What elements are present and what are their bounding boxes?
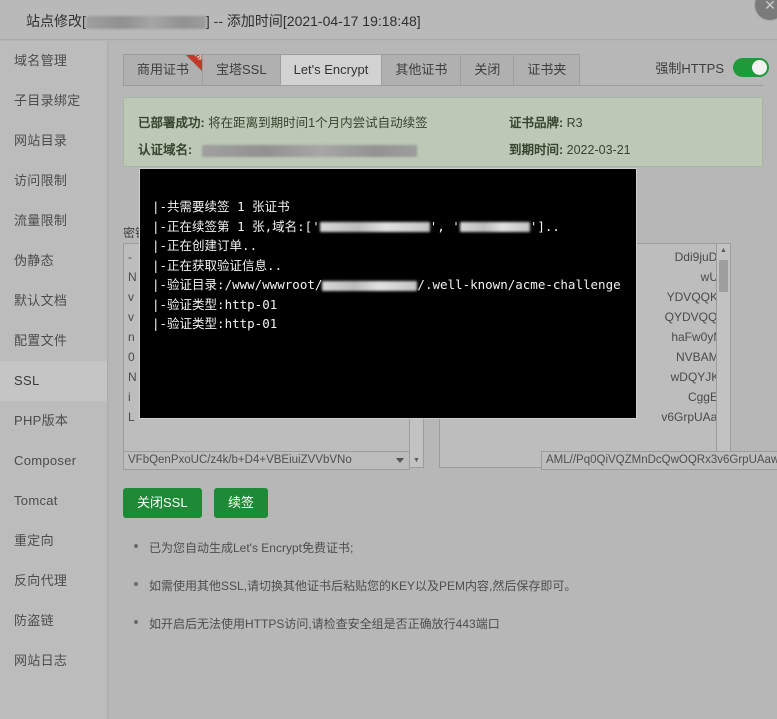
key-footer-row[interactable]: VFbQenPxoUC/z4k/b+D4+VBEiuiZVVbVNo [123,451,410,470]
terminal-line: |-验证类型:http-01 [152,314,636,334]
tab-label: 商用证书 [137,62,189,77]
tab-lets-encrypt[interactable]: Let's Encrypt [280,54,383,85]
page-title-timestamp: 2021-04-17 19:18:48 [287,13,417,29]
sidebar: 域名管理 子目录绑定 网站目录 访问限制 流量限制 伪静态 默认文档 配置文件 … [0,41,108,719]
tab-label: 关闭 [474,62,500,77]
terminal-line-post: '].. [530,219,560,234]
sidebar-item-composer[interactable]: Composer [0,441,107,481]
tab-label: 其他证书 [395,62,447,77]
terminal-line-mid: ', ' [430,219,460,234]
terminal-line-text: |-验证类型:http-01 [152,316,277,331]
cert-expire-label: 到期时间: [509,143,563,157]
page-title-prefix: 站点修改[ [26,13,86,29]
terminal-line-text: |-正在获取验证信息.. [152,258,282,273]
tab-label: Let's Encrypt [294,62,369,77]
redacted-path [322,281,417,291]
renew-cert-button[interactable]: 续签 [214,488,268,518]
chevron-down-icon[interactable] [396,458,404,463]
note-item: 如开启后无法使用HTTPS访问,请检查安全组是否正确放行443端口 [131,615,751,632]
terminal-line: |-共需要续签 1 张证书 [152,197,636,217]
sidebar-item-rewrite[interactable]: 伪静态 [0,241,107,281]
sidebar-item-webroot[interactable]: 网站目录 [0,121,107,161]
terminal-line-text: |-正在创建订单.. [152,238,257,253]
sidebar-item-site-log[interactable]: 网站日志 [0,641,107,681]
tab-label: 证书夹 [527,62,566,77]
sidebar-item-access-limit[interactable]: 访问限制 [0,161,107,201]
sidebar-item-subdir[interactable]: 子目录绑定 [0,81,107,121]
deploy-status-value: 将在距离到期时间1个月内尝试自动续签 [208,116,427,130]
terminal-line: |-正在获取验证信息.. [152,256,636,276]
action-button-row: 关闭SSL 续签 [123,488,276,518]
page-title-suffix: ] [417,13,421,29]
tab-bt-ssl[interactable]: 宝塔SSL [202,54,281,85]
sidebar-item-domain[interactable]: 域名管理 [0,41,107,81]
page-title-mid: ] -- 添加时间[ [206,13,287,29]
pem-footer-row[interactable]: AML//Pq0QiVQZMnDcQwOQRx3v6GrpUAaw [541,451,777,470]
terminal-line: |-验证目录:/www/wwwroot/ /.well-known/acme-ch… [152,275,636,295]
tab-commercial-cert[interactable]: 商用证书 推荐 [123,54,203,85]
cert-brand-row: 证书品牌: R3 [509,112,583,131]
deploy-status-row: 已部署成功: 将在距离到期时间1个月内尝试自动续签 [138,112,428,131]
terminal-line-text: |-共需要续签 1 张证书 [152,199,290,214]
window-header: 站点修改[ ] -- 添加时间[2021-04-17 19:18:48] ✕ [0,0,777,40]
sidebar-item-redirect[interactable]: 重定向 [0,521,107,561]
terminal-line: |-正在续签第 1 张,域名:[' ', ' '].. [152,217,636,237]
redacted-cert-domain [202,145,417,157]
terminal-line: |-验证类型:http-01 [152,295,636,315]
scroll-down-icon[interactable]: ▼ [410,454,423,467]
terminal-line: |-正在创建订单.. [152,236,636,256]
note-item: 如需使用其他SSL,请切换其他证书后粘贴您的KEY以及PEM内容,然后保存即可。 [131,577,751,594]
cert-expire-value: 2022-03-21 [567,143,631,157]
scroll-up-icon[interactable]: ▲ [717,244,730,257]
toggle-knob [752,60,767,75]
redacted-domain [320,222,430,232]
pem-footer-text: AML//Pq0QiVQZMnDcQwOQRx3v6GrpUAaw [546,454,777,466]
notes-list: 已为您自动生成Let's Encrypt免费证书; 如需使用其他SSL,请切换其… [131,539,751,653]
scroll-thumb[interactable] [719,260,728,292]
sidebar-item-config-file[interactable]: 配置文件 [0,321,107,361]
terminal-line-text: |-验证目录:/www/wwwroot/ [152,277,322,292]
note-item: 已为您自动生成Let's Encrypt免费证书; [131,539,751,556]
renew-log-terminal[interactable]: |-共需要续签 1 张证书 |-正在续签第 1 张,域名:['', ''].. … [139,168,637,419]
cert-brand-label: 证书品牌: [509,116,563,130]
sidebar-item-default-doc[interactable]: 默认文档 [0,281,107,321]
key-footer-text: VFbQenPxoUC/z4k/b+D4+VBEiuiZVVbVNo [128,454,352,466]
redacted-domain [460,222,530,232]
page-title: 站点修改[ ] -- 添加时间[2021-04-17 19:18:48] [26,11,421,31]
deploy-status-panel: 已部署成功: 将在距离到期时间1个月内尝试自动续签 认证域名: 证书品牌: R3… [123,97,763,167]
sidebar-item-ssl[interactable]: SSL [0,361,107,401]
cert-domain-row: 认证域名: [138,139,417,158]
terminal-line-text: |-验证类型:http-01 [152,297,277,312]
close-glyph: ✕ [764,0,776,13]
force-https-control: 强制HTTPS [655,58,769,77]
cert-domain-label: 认证域名: [138,143,192,157]
close-ssl-button[interactable]: 关闭SSL [123,488,202,518]
sidebar-item-traffic-limit[interactable]: 流量限制 [0,201,107,241]
sidebar-item-reverse-proxy[interactable]: 反向代理 [0,561,107,601]
pem-scrollbar[interactable]: ▲ ▼ [716,243,731,468]
tab-label: 宝塔SSL [216,62,267,77]
close-icon[interactable]: ✕ [755,0,777,20]
deploy-status-label: 已部署成功: [138,116,205,130]
terminal-line-text: |-正在续签第 1 张,域名:[' [152,219,320,234]
force-https-toggle[interactable] [733,58,769,77]
tab-cert-folder[interactable]: 证书夹 [513,54,580,85]
sidebar-item-anti-leech[interactable]: 防盗链 [0,601,107,641]
cert-expire-row: 到期时间: 2022-03-21 [509,139,631,158]
tab-close-ssl[interactable]: 关闭 [460,54,514,85]
cert-brand-value: R3 [567,116,583,130]
sidebar-item-tomcat[interactable]: Tomcat [0,481,107,521]
tab-other-cert[interactable]: 其他证书 [381,54,461,85]
sidebar-item-php-version[interactable]: PHP版本 [0,401,107,441]
terminal-line-post: /.well-known/acme-challenge [417,277,620,292]
force-https-label: 强制HTTPS [655,58,724,77]
redacted-site-name [86,16,206,29]
